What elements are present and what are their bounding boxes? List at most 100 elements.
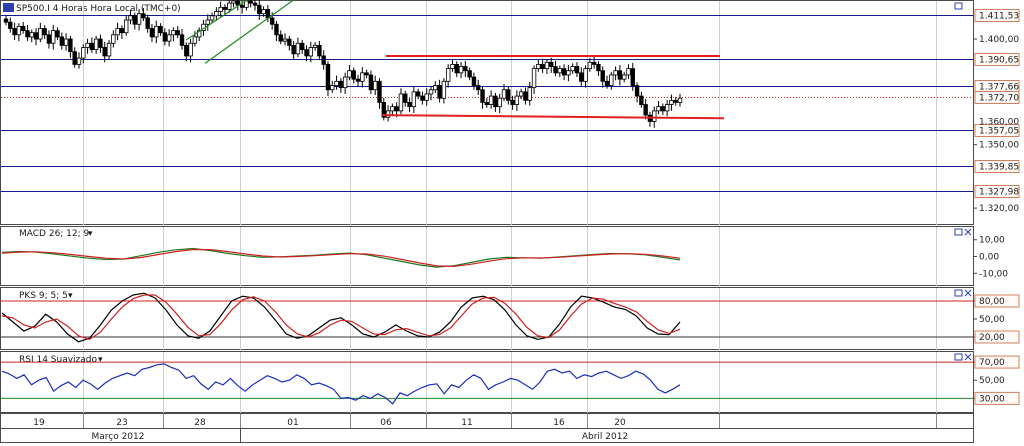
candle-body	[450, 63, 455, 70]
candle-body	[321, 55, 326, 65]
candle-body	[621, 74, 627, 80]
candle-body	[269, 17, 275, 25]
macd-title[interactable]: MACD 26; 12; 9	[19, 229, 90, 239]
candle-body	[673, 99, 678, 103]
candle-body	[377, 80, 382, 103]
candle-body	[591, 61, 597, 65]
candle-body	[188, 42, 193, 57]
candle-body	[660, 106, 666, 112]
price-pane-frame	[0, 0, 974, 225]
candle-body	[484, 102, 490, 105]
candle-body	[325, 63, 331, 91]
candle-body	[411, 91, 417, 108]
candle-body	[124, 19, 129, 34]
candle-body	[454, 63, 459, 74]
candle-body	[630, 68, 635, 86]
candle-body	[102, 47, 107, 57]
candle-body	[239, 4, 245, 8]
candle-body	[85, 42, 90, 48]
candle-body	[192, 36, 198, 44]
candle-body	[639, 95, 644, 105]
candle-body	[518, 91, 524, 97]
candle-body	[162, 32, 168, 42]
candle-body	[523, 91, 528, 101]
candle-body	[12, 28, 17, 36]
candle-body	[579, 72, 584, 82]
tick-label: -10,00	[979, 269, 1008, 279]
candle-body	[656, 106, 661, 112]
stochastic-title[interactable]: PKS 9; 5; 5	[19, 291, 68, 301]
candle-body	[8, 21, 13, 29]
month-label: Março 2012	[91, 432, 144, 442]
candle-body	[368, 74, 374, 91]
candle-body	[561, 68, 567, 76]
candle-body	[136, 13, 142, 25]
candle-body	[300, 42, 305, 51]
price-tick-label: 1.350,00	[979, 141, 1019, 151]
candle-body	[497, 97, 502, 108]
candle-body	[55, 30, 60, 38]
candle-body	[179, 34, 185, 46]
candle-body	[3, 18, 9, 23]
candle-body	[154, 25, 159, 38]
candle-body	[445, 68, 451, 82]
candle-body	[506, 89, 511, 101]
candle-body	[437, 85, 442, 99]
stochastic-dropdown-icon[interactable]: ▾	[68, 291, 73, 301]
rsi-title[interactable]: RSI 14 Suavizado	[19, 355, 98, 365]
x-tick-label: 01	[287, 418, 298, 428]
candle-body	[51, 30, 56, 44]
candle-body	[184, 44, 189, 57]
candle-body	[227, 2, 232, 10]
candle-body	[214, 11, 219, 17]
candle-body	[33, 32, 39, 40]
candle-body	[59, 36, 65, 46]
candle-body	[613, 70, 618, 76]
candle-body	[553, 66, 558, 74]
candle-body	[89, 42, 95, 51]
candle-body	[617, 70, 623, 80]
last-price-label: 1.372,70	[979, 94, 1019, 104]
candle-body	[128, 15, 133, 21]
candle-body	[141, 13, 146, 19]
candle-body	[244, 0, 249, 8]
x-tick-label: 20	[614, 418, 626, 428]
candle-body	[20, 25, 26, 31]
candle-body	[334, 80, 339, 86]
price-tick-label: 1.320,00	[979, 204, 1019, 214]
price-level-label: 1.390,65	[979, 56, 1019, 66]
candle-body	[115, 28, 120, 36]
price-level-label: 1.411,53	[979, 12, 1019, 22]
candle-body	[312, 44, 318, 48]
candle-body	[574, 66, 580, 74]
candle-body	[488, 95, 494, 105]
tick-label: 20,00	[979, 333, 1005, 343]
macd-dropdown-icon[interactable]: ▾	[88, 229, 93, 239]
candle-body	[531, 68, 537, 89]
candle-body	[158, 25, 163, 34]
candle-body	[308, 47, 314, 57]
x-tick-label: 19	[33, 418, 45, 428]
candle-body	[514, 95, 520, 105]
candle-body	[415, 91, 421, 97]
candle-body	[600, 70, 605, 82]
candle-body	[626, 68, 631, 76]
candle-body	[420, 95, 425, 101]
rsi-dropdown-icon[interactable]: ▾	[98, 355, 103, 365]
stochastic-pane-frame	[0, 287, 974, 350]
candle-body	[81, 47, 86, 59]
candle-body	[557, 68, 562, 74]
tick-label: 0,00	[979, 253, 999, 263]
candle-body	[544, 61, 550, 70]
candle-body	[549, 61, 554, 67]
candle-body	[398, 93, 404, 112]
candle-body	[536, 63, 541, 70]
candle-body	[274, 23, 279, 36]
candle-body	[145, 17, 150, 29]
candle-body	[257, 4, 262, 15]
pane-frames	[0, 0, 974, 443]
price-tick-label: 1.360,00	[979, 118, 1019, 128]
tick-label: 10,00	[979, 236, 1005, 246]
candle-body	[119, 28, 125, 34]
candle-body	[424, 93, 429, 101]
